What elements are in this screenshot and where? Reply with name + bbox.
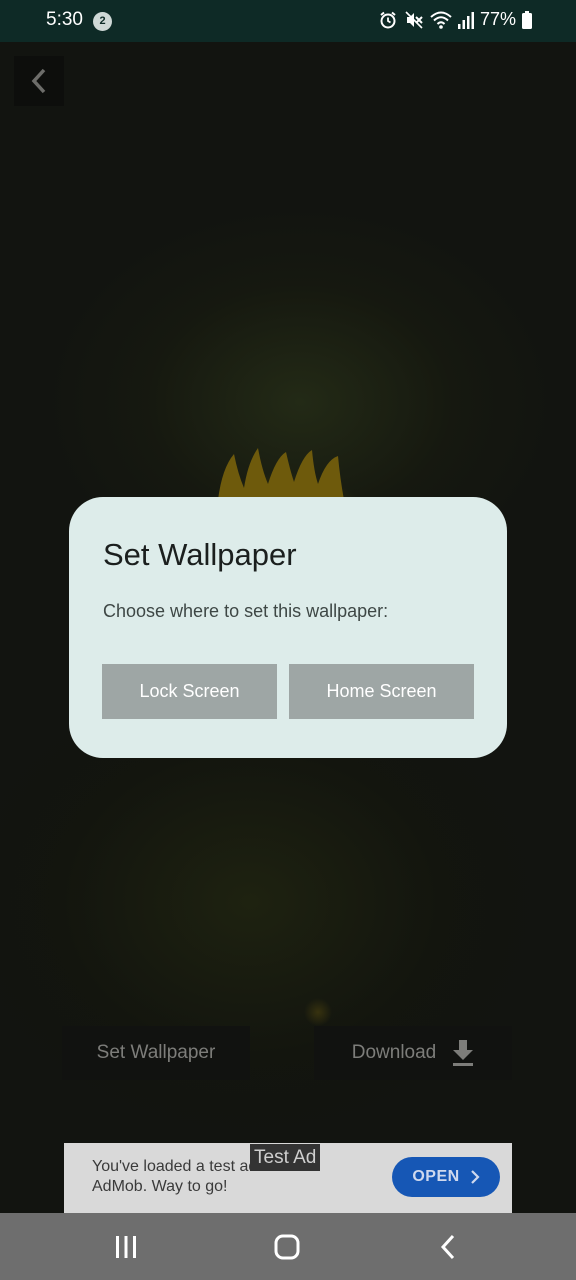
lock-screen-button[interactable]: Lock Screen: [102, 664, 277, 719]
home-icon: [274, 1234, 300, 1260]
set-wallpaper-dialog: Set Wallpaper Choose where to set this w…: [69, 497, 507, 758]
dialog-message: Choose where to set this wallpaper:: [103, 601, 389, 621]
lock-screen-label: Lock Screen: [139, 681, 240, 701]
battery-level: 77%: [479, 9, 516, 29]
back-icon: [440, 1234, 455, 1260]
home-screen-button[interactable]: Home Screen: [289, 664, 474, 719]
home-screen-label: Home Screen: [326, 681, 437, 701]
nav-back-button[interactable]: [418, 1227, 478, 1267]
signal-icon: [457, 11, 474, 29]
status-icons: 77%: [378, 9, 532, 30]
nav-home-button[interactable]: [257, 1227, 317, 1267]
notification-count-badge: 2: [93, 12, 112, 31]
wifi-icon: [430, 10, 452, 30]
status-time: 5:30: [46, 9, 83, 30]
recents-icon: [116, 1236, 136, 1258]
mute-icon: [404, 10, 424, 30]
navigation-bar: [0, 1213, 576, 1280]
dialog-title: Set Wallpaper: [103, 537, 297, 572]
nav-recents-button[interactable]: [96, 1227, 156, 1267]
alarm-icon: [378, 10, 398, 30]
status-bar: 5:30 2 77%: [0, 0, 576, 42]
battery-icon: [522, 10, 532, 29]
